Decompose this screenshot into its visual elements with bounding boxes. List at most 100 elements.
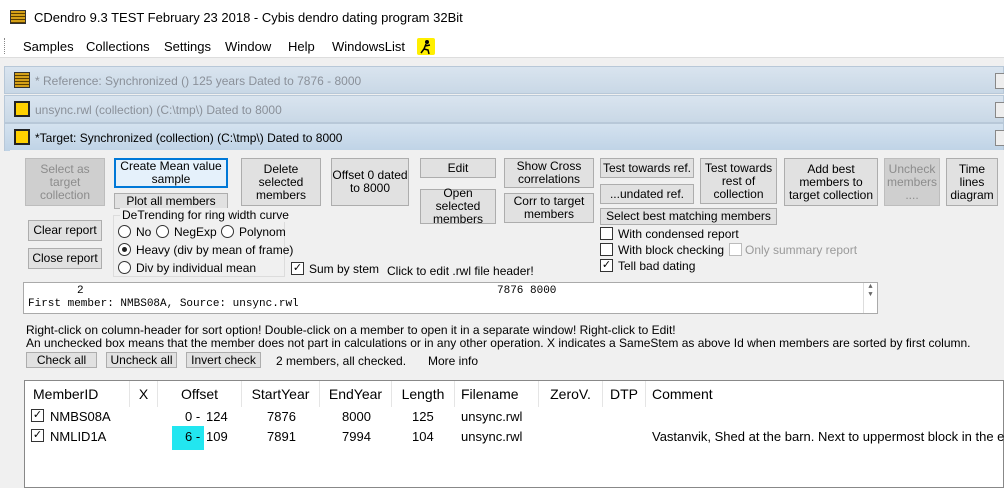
target-window-bar[interactable]: *Target: Synchronized (collection) (C:\t…: [4, 123, 1004, 151]
menu-windowslist[interactable]: WindowsList: [332, 39, 405, 54]
column-header-x[interactable]: X: [130, 381, 158, 407]
summary-only-checkbox[interactable]: [729, 243, 742, 256]
time-lines-button[interactable]: Time lines diagram: [946, 158, 998, 206]
column-header-filename[interactable]: Filename: [455, 381, 539, 407]
tell-bad-checkbox[interactable]: ✓: [600, 259, 613, 272]
undated-ref-button[interactable]: ...undated ref.: [600, 184, 694, 204]
column-header-offset[interactable]: Offset: [158, 381, 242, 407]
length: 125: [412, 409, 434, 424]
start-year: 7891: [267, 429, 296, 444]
filename: unsync.rwl: [461, 429, 523, 444]
add-best-button[interactable]: Add best members to target collection: [784, 158, 878, 206]
hint-line-1: Right-click on column-header for sort op…: [26, 323, 676, 337]
reference-window-bar[interactable]: * Reference: Synchronized () 125 years D…: [4, 66, 1004, 94]
status-text: 2 members, all checked.: [276, 354, 407, 368]
select-as-target-button[interactable]: Select as target collection: [25, 158, 105, 206]
radio-heavy-label: Heavy (div by mean of frame): [136, 243, 294, 257]
test-ref-button[interactable]: Test towards ref.: [600, 158, 694, 178]
menu-window[interactable]: Window: [225, 39, 271, 54]
show-cross-button[interactable]: Show Cross correlations: [504, 158, 594, 188]
window-button[interactable]: [995, 73, 1004, 89]
edit-button[interactable]: Edit: [420, 158, 496, 178]
member-id[interactable]: NMBS08A: [50, 409, 111, 424]
radio-individual-label: Div by individual mean: [136, 261, 257, 275]
menu-samples[interactable]: Samples: [23, 39, 74, 54]
check-all-button[interactable]: Check all: [26, 352, 97, 368]
column-header-length[interactable]: Length: [392, 381, 455, 407]
invert-check-button[interactable]: Invert check: [186, 352, 261, 368]
more-info-link[interactable]: More info: [428, 354, 478, 368]
target-title: *Target: Synchronized (collection) (C:\t…: [35, 131, 343, 145]
radio-polynom-label: Polynom: [239, 225, 286, 239]
click-edit-header-label[interactable]: Click to edit .rwl file header!: [387, 264, 534, 278]
report-scrollbar[interactable]: ▲ ▼: [863, 283, 877, 313]
uncheck-all-button[interactable]: Uncheck all: [106, 352, 177, 368]
sum-by-stem-checkbox[interactable]: ✓: [291, 262, 304, 275]
delete-selected-button[interactable]: Delete selected members: [241, 158, 321, 206]
column-header-dtp[interactable]: DTP: [603, 381, 646, 407]
column-header-startyear[interactable]: StartYear: [242, 381, 320, 407]
offset-start: 6 -: [185, 429, 201, 444]
length: 104: [412, 429, 434, 444]
detrending-title: DeTrending for ring width curve: [120, 208, 291, 222]
dendro-icon: [14, 72, 30, 88]
window-button[interactable]: [995, 102, 1004, 118]
end-year: 7994: [342, 429, 371, 444]
sum-by-stem-label: Sum by stem: [309, 262, 380, 276]
radio-negexp-label: NegExp: [174, 225, 217, 239]
condensed-checkbox[interactable]: [600, 227, 613, 240]
filename: unsync.rwl: [461, 409, 523, 424]
radio-negexp[interactable]: [156, 225, 169, 238]
unsync-window-bar[interactable]: unsync.rwl (collection) (C:\tmp\) Dated …: [4, 95, 1004, 123]
open-selected-button[interactable]: Open selected members: [420, 187, 496, 226]
menu-grip: [4, 38, 8, 54]
summary-only-label: Only summary report: [745, 243, 858, 257]
select-best-button[interactable]: Select best matching members: [600, 208, 777, 225]
window-button[interactable]: [995, 130, 1004, 146]
offset-zero-button[interactable]: Offset 0 dated to 8000: [331, 158, 409, 206]
plot-all-button[interactable]: Plot all members: [114, 193, 228, 209]
report-line1-a: 2: [77, 285, 84, 297]
menu-bar: [0, 34, 1004, 58]
block-checking-label: With block checking: [618, 243, 725, 257]
menu-settings[interactable]: Settings: [164, 39, 211, 54]
close-report-button[interactable]: Close report: [28, 248, 102, 269]
radio-polynom[interactable]: [221, 225, 234, 238]
report-line2: First member: NMBS08A, Source: unsync.rw…: [28, 298, 299, 310]
member-id[interactable]: NMLID1A: [50, 429, 106, 444]
tell-bad-label: Tell bad dating: [618, 259, 696, 273]
offset-start: 0 -: [185, 409, 201, 424]
window-title: CDendro 9.3 TEST February 23 2018 - Cybi…: [34, 10, 463, 25]
unsync-title: unsync.rwl (collection) (C:\tmp\) Dated …: [35, 103, 282, 117]
corr-target-button[interactable]: Corr to target members: [504, 193, 594, 223]
radio-heavy[interactable]: [118, 243, 131, 256]
condensed-label: With condensed report: [618, 227, 739, 241]
block-checking-checkbox[interactable]: [600, 243, 613, 256]
column-header-memberid[interactable]: MemberID: [25, 381, 130, 407]
offset-end: 109: [206, 429, 228, 444]
uncheck-members-button[interactable]: Uncheck members ....: [884, 158, 940, 206]
menu-collections[interactable]: Collections: [86, 39, 150, 54]
column-header-endyear[interactable]: EndYear: [320, 381, 392, 407]
app-icon: [10, 10, 26, 24]
create-mean-button[interactable]: Create Mean value sample: [114, 158, 228, 188]
column-header-zerov[interactable]: ZeroV.: [539, 381, 603, 407]
column-header-comment[interactable]: Comment: [646, 381, 1004, 407]
offset-end: 124: [206, 409, 228, 424]
radio-no-label: No: [136, 225, 152, 239]
radio-no[interactable]: [118, 225, 131, 238]
runner-icon[interactable]: [417, 38, 435, 55]
report-line1-b: 7876 8000: [497, 285, 557, 297]
menu-help[interactable]: Help: [288, 39, 315, 54]
end-year: 8000: [342, 409, 371, 424]
radio-individual-mean[interactable]: [118, 261, 131, 274]
collection-icon: [14, 129, 30, 145]
clear-report-button[interactable]: Clear report: [28, 220, 102, 241]
row-checkbox[interactable]: ✓: [31, 429, 44, 442]
row-checkbox[interactable]: ✓: [31, 409, 44, 422]
members-table: MemberID X Offset StartYear EndYear Leng…: [24, 380, 1004, 488]
reference-title: * Reference: Synchronized () 125 years D…: [35, 74, 362, 88]
test-rest-button[interactable]: Test towards rest of collection: [700, 158, 777, 204]
comment: Vastanvik, Shed at the barn. Next to upp…: [652, 429, 1004, 444]
report-textbox[interactable]: 2 7876 8000 First member: NMBS08A, Sourc…: [23, 282, 878, 314]
